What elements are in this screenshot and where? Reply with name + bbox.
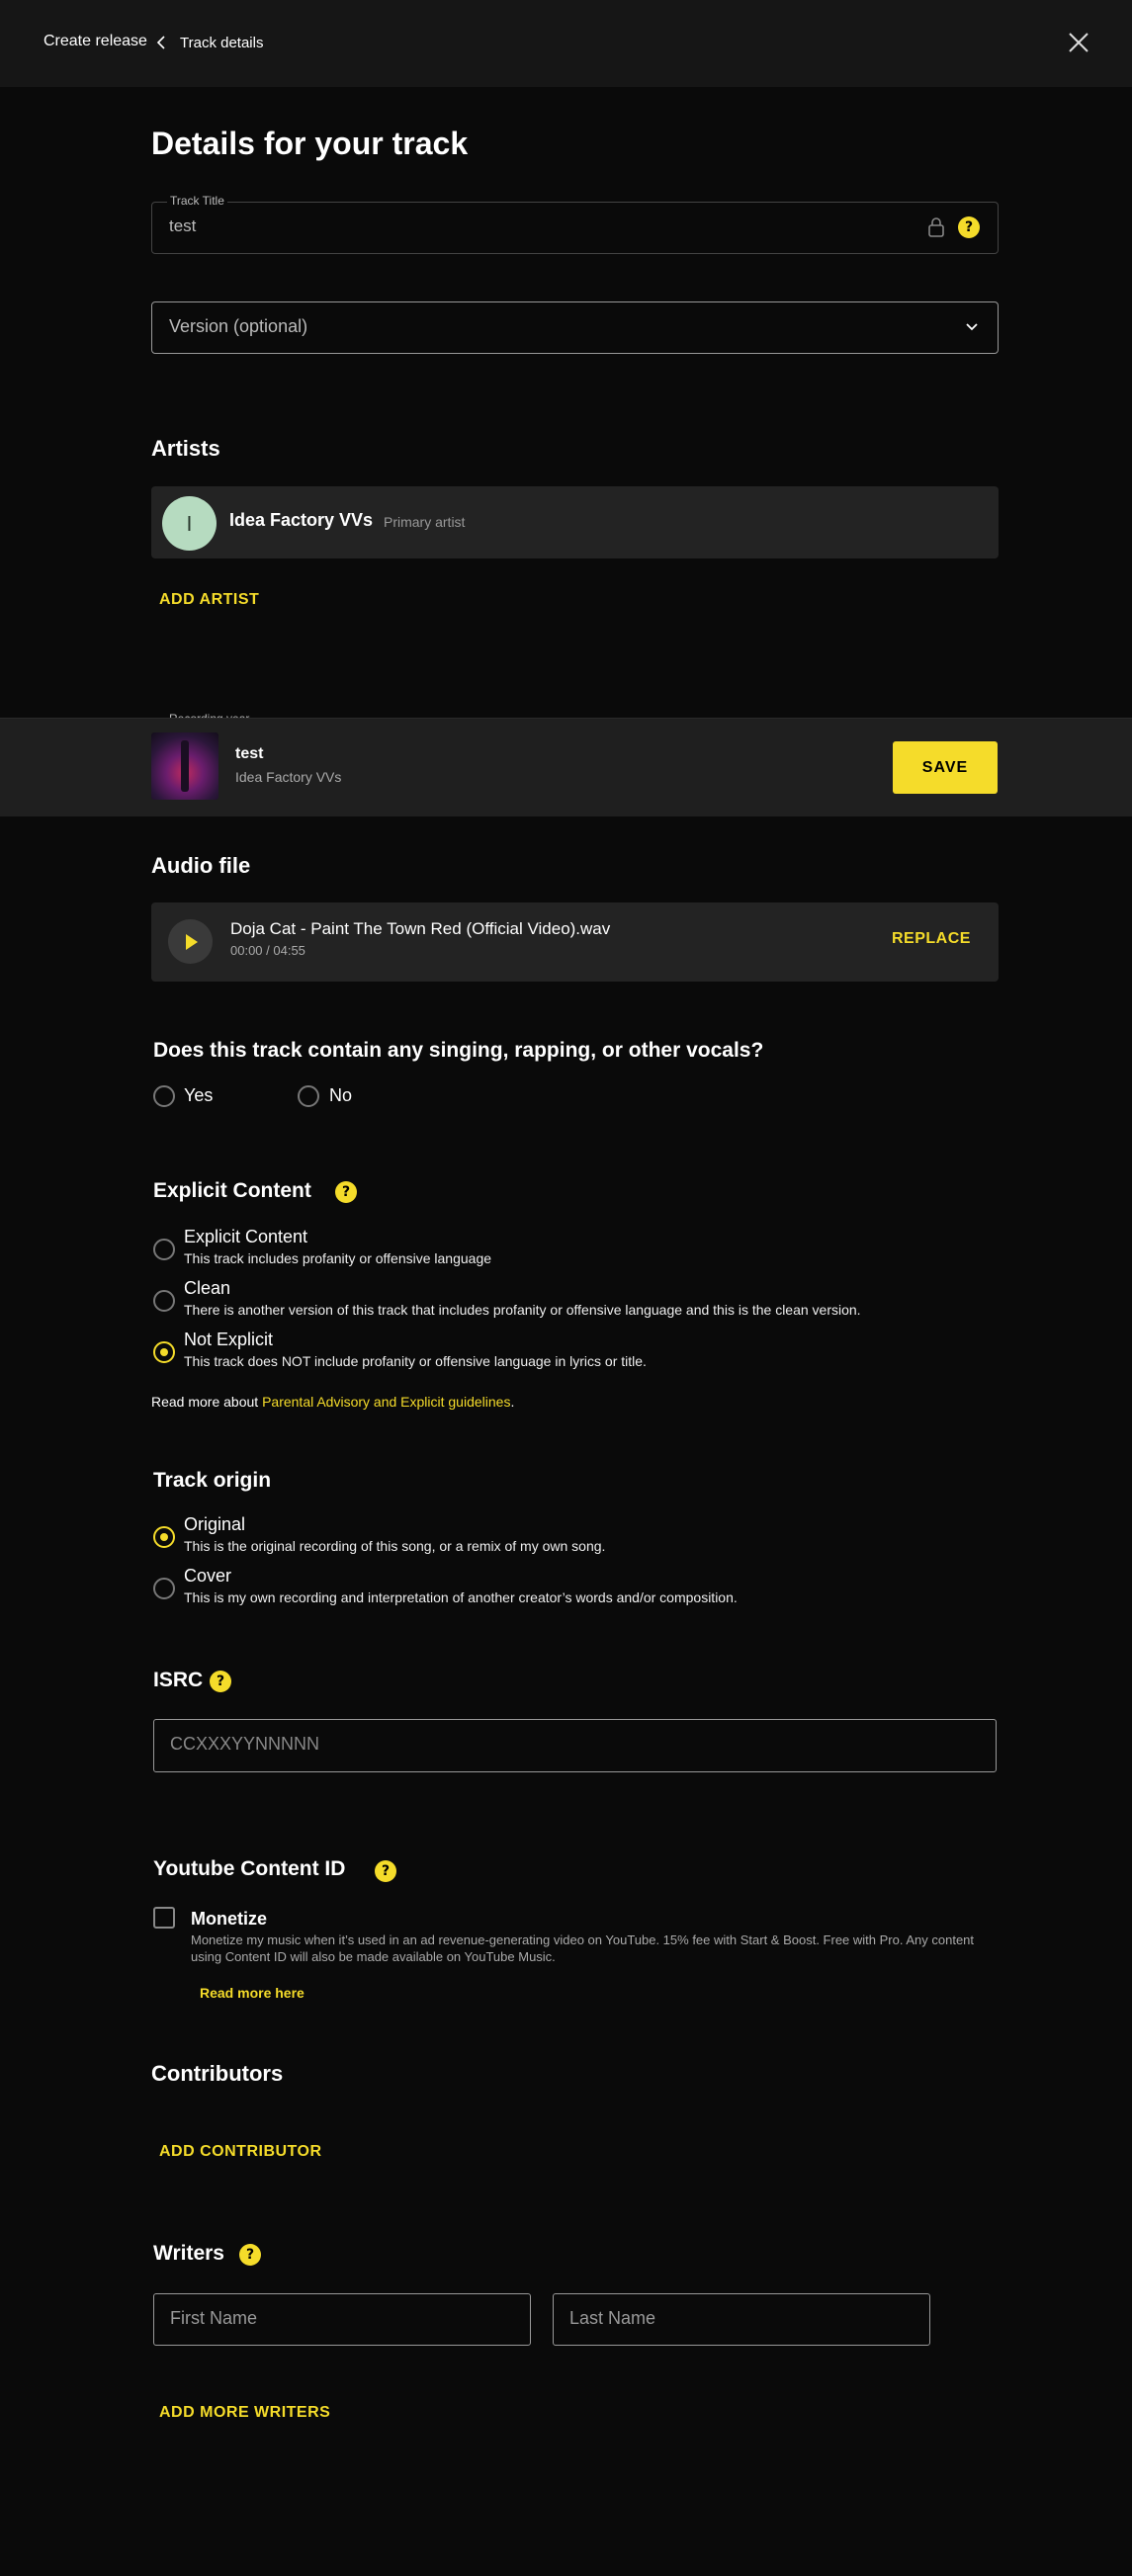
- clean-option-desc: There is another version of this track t…: [184, 1302, 861, 1318]
- read-more-prefix: Read more about: [151, 1394, 263, 1410]
- isrc-heading: ISRC: [153, 1669, 204, 1691]
- artist-role: Primary artist: [384, 514, 466, 530]
- track-title-field[interactable]: [151, 202, 999, 254]
- breadcrumb-track-details: Track details: [180, 35, 264, 51]
- vocals-no-label[interactable]: No: [329, 1085, 352, 1106]
- explicit-radio[interactable]: [153, 1239, 175, 1260]
- content-id-heading: Youtube Content ID: [153, 1857, 346, 1880]
- chevron-down-icon[interactable]: [963, 318, 981, 336]
- contributors-heading: Contributors: [151, 2061, 284, 2086]
- writers-heading: Writers: [153, 2242, 224, 2265]
- audio-filename: Doja Cat - Paint The Town Red (Official …: [230, 919, 611, 938]
- vocals-yes-label[interactable]: Yes: [184, 1085, 213, 1106]
- sticky-track-artist: Idea Factory VVs: [235, 769, 342, 785]
- lock-icon: [928, 217, 944, 237]
- replace-audio-button[interactable]: REPLACE: [892, 930, 971, 948]
- artists-heading: Artists: [151, 436, 220, 461]
- not-explicit-option-label[interactable]: Not Explicit: [184, 1330, 273, 1350]
- first-name-placeholder: First Name: [170, 2308, 258, 2328]
- vocals-yes-radio[interactable]: [153, 1085, 175, 1107]
- play-button[interactable]: [168, 919, 213, 964]
- monetize-label[interactable]: Monetize: [191, 1909, 267, 1930]
- explicit-heading: Explicit Content: [153, 1179, 311, 1202]
- audio-time: 00:00 / 04:55: [230, 943, 305, 958]
- origin-heading: Track origin: [153, 1469, 272, 1492]
- track-title-help-icon[interactable]: ?: [958, 216, 980, 238]
- original-option-desc: This is the original recording of this s…: [184, 1538, 606, 1554]
- artist-name: Idea Factory VVs: [229, 510, 374, 530]
- explicit-option-desc: This track includes profanity or offensi…: [184, 1250, 492, 1266]
- isrc-placeholder: CCXXXYYNNNNN: [170, 1734, 320, 1754]
- breadcrumb-create-release[interactable]: Create release: [44, 33, 147, 50]
- cover-radio[interactable]: [153, 1578, 175, 1599]
- explicit-read-more: Read more about Parental Advisory and Ex…: [151, 1394, 514, 1410]
- explicit-option-label[interactable]: Explicit Content: [184, 1227, 307, 1247]
- content-id-read-more-link[interactable]: Read more here: [200, 1985, 305, 2001]
- audio-file-heading: Audio file: [151, 853, 251, 878]
- page-title: Details for your track: [151, 126, 469, 161]
- clean-option-label[interactable]: Clean: [184, 1278, 230, 1299]
- cover-art: [151, 732, 218, 800]
- explicit-help-icon[interactable]: ?: [335, 1181, 357, 1203]
- explicit-guidelines-link[interactable]: Parental Advisory and Explicit guideline…: [262, 1394, 510, 1410]
- read-more-suffix: .: [510, 1394, 515, 1410]
- vocals-no-radio[interactable]: [298, 1085, 319, 1107]
- last-name-placeholder: Last Name: [569, 2308, 656, 2328]
- vocals-question: Does this track contain any singing, rap…: [153, 1039, 764, 1062]
- not-explicit-option-desc: This track does NOT include profanity or…: [184, 1353, 647, 1369]
- add-contributor-button[interactable]: ADD CONTRIBUTOR: [159, 2143, 322, 2161]
- add-artist-button[interactable]: ADD ARTIST: [159, 591, 259, 609]
- clean-radio[interactable]: [153, 1290, 175, 1312]
- audio-card: [151, 902, 999, 982]
- track-title-label: Track Title: [167, 194, 227, 208]
- cover-option-label[interactable]: Cover: [184, 1566, 231, 1587]
- close-icon[interactable]: [1064, 28, 1093, 57]
- chevron-left-icon[interactable]: [153, 34, 171, 51]
- writers-help-icon[interactable]: ?: [239, 2244, 261, 2266]
- add-more-writers-button[interactable]: ADD MORE WRITERS: [159, 2404, 330, 2422]
- isrc-help-icon[interactable]: ?: [210, 1671, 231, 1692]
- original-radio[interactable]: [153, 1526, 175, 1548]
- not-explicit-radio[interactable]: [153, 1341, 175, 1363]
- monetize-description: Monetize my music when it’s used in an a…: [191, 1932, 975, 1964]
- version-placeholder: Version (optional): [169, 316, 308, 336]
- original-option-label[interactable]: Original: [184, 1514, 245, 1535]
- avatar: I: [162, 496, 217, 551]
- sticky-track-title: test: [235, 745, 264, 762]
- track-title-value[interactable]: test: [169, 216, 196, 236]
- save-button[interactable]: SAVE: [893, 741, 998, 794]
- content-id-help-icon[interactable]: ?: [375, 1860, 396, 1882]
- monetize-checkbox[interactable]: [153, 1907, 175, 1929]
- play-icon: [185, 933, 198, 950]
- cover-option-desc: This is my own recording and interpretat…: [184, 1589, 738, 1605]
